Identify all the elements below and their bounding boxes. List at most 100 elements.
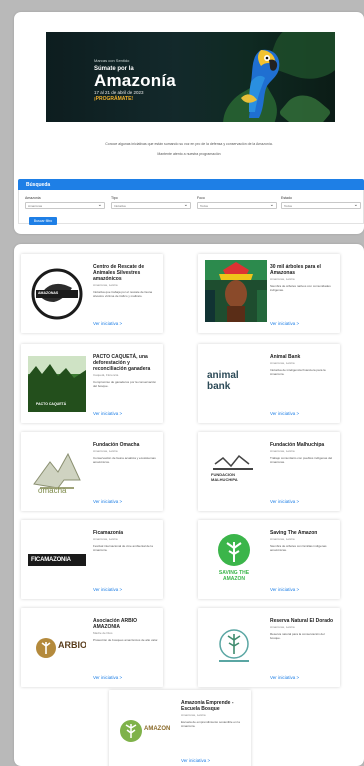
- view-initiative-link[interactable]: Ver iniciativa >: [270, 411, 299, 416]
- filter-label: Tipo: [111, 196, 118, 200]
- initiative-card[interactable]: AMAZONAS Centro de Rescate de Animales S…: [21, 254, 163, 333]
- view-initiative-link[interactable]: Ver iniciativa >: [270, 499, 299, 504]
- view-initiative-link[interactable]: Ver iniciativa >: [270, 587, 299, 592]
- banner-title: Amazonía: [94, 71, 176, 90]
- amazon-emprende-icon: [120, 720, 142, 742]
- banner-cta: ¡PROGRÁMATE!: [94, 96, 134, 102]
- card-description: Siembra de árboles con familias indígena…: [270, 544, 327, 552]
- view-initiative-link[interactable]: Ver iniciativa >: [93, 587, 122, 592]
- filter-select-tipo[interactable]: Iniciativa ⌄: [111, 202, 191, 209]
- card-location: Amazonas, Leticia: [93, 537, 118, 541]
- view-initiative-link[interactable]: Ver iniciativa >: [93, 411, 122, 416]
- logo-text: AMAZONAS: [38, 291, 59, 295]
- filter-value: Iniciativa: [114, 204, 126, 208]
- initiative-card[interactable]: FICAMAZONIA Ficamazonía Amazonas, Letici…: [21, 520, 163, 599]
- initiative-card[interactable]: animal bank Animal Bank Amazonas, Letici…: [198, 344, 340, 423]
- card-description: Iniciativa de inteligencia financiera pa…: [270, 368, 326, 376]
- search-heading: Búsqueda: [18, 179, 364, 190]
- view-initiative-link[interactable]: Ver iniciativa >: [93, 675, 122, 680]
- filter-select-estado[interactable]: Todos ⌄: [281, 202, 361, 209]
- initiative-logo: FICAMAZONIA: [28, 532, 86, 588]
- tree-circle-icon: [218, 534, 250, 566]
- filter-value: Amazonas: [28, 204, 43, 208]
- card-location: Amazonas, Leticia: [270, 537, 295, 541]
- card-description: Iniciativa que trabaja por el rescate de…: [93, 290, 153, 298]
- initiative-logo: AMAZON: [116, 702, 174, 758]
- card-description: Siembra de árboles nativos con comunidad…: [270, 284, 331, 292]
- filter-select-foco[interactable]: Todos ⌄: [197, 202, 277, 209]
- view-initiative-link[interactable]: Ver iniciativa >: [181, 758, 210, 763]
- logo-text: animal bank: [207, 370, 239, 392]
- intro-text: Conoce algunas iniciativas que están sum…: [105, 142, 273, 146]
- campaign-banner: Marcas con Sentido Súmate por la Amazoní…: [46, 32, 335, 122]
- initiative-card[interactable]: AMAZON Amazonía Emprende - Escuela Bosqu…: [109, 690, 251, 766]
- initiative-card[interactable]: SAVING THE AMAZON Saving The Amazon Amaz…: [198, 520, 340, 599]
- card-description: Trabajo comunitario con pueblos indígena…: [270, 456, 333, 464]
- card-location: Amazonas, Leticia: [270, 277, 295, 281]
- card-location: Amazonas, Leticia: [181, 713, 206, 717]
- card-description: Festival internacional de cine ambiental…: [93, 544, 153, 552]
- card-location: Amazonas, Leticia: [93, 449, 118, 453]
- initiative-card[interactable]: Reserva Natural El Dorado Amazonas, Leti…: [198, 608, 340, 687]
- card-location: Caquetá, Florencia: [93, 373, 119, 377]
- filter-estado: Estado Todos ⌄: [281, 196, 361, 209]
- card-title: Asociación ARBIO AMAZONIA: [93, 618, 137, 630]
- initiative-logo: animal bank: [205, 356, 263, 412]
- card-title: Reserva Natural El Dorado: [270, 618, 334, 624]
- logo-text: ARBIO: [58, 640, 86, 650]
- view-initiative-link[interactable]: Ver iniciativa >: [270, 675, 299, 680]
- logo-text: PACTO CAQUETÁ: [36, 402, 67, 406]
- intro-subtext: Mantente atento a nuestra programación: [157, 152, 221, 156]
- card-title: Ficamazonía: [93, 530, 124, 536]
- logo-text: FICAMAZONIA: [31, 557, 71, 563]
- card-title: Amazonía Emprende - Escuela Bosque: [181, 700, 234, 712]
- banner-date: 17 al 21 de abril de 2023: [94, 90, 144, 95]
- chevron-down-icon: ⌄: [183, 202, 188, 208]
- initiative-logo: PACTO CAQUETÁ: [28, 356, 86, 412]
- card-title: Fundación Omacha: [93, 442, 140, 448]
- filter-value: Todos: [284, 204, 293, 208]
- card-title: Centro de Rescate de Animales Silvestres…: [93, 264, 145, 282]
- arbio-tree-icon: [36, 638, 56, 658]
- search-button[interactable]: Buscar filtro: [29, 217, 57, 225]
- initiative-logo: [205, 260, 267, 322]
- initiative-card[interactable]: FUNDACION MALHUCHIPA Fundación Malhuchip…: [198, 432, 340, 511]
- card-title: PACTO CAQUETÁ, una deforestación y recon…: [93, 354, 151, 372]
- card-location: Madre de Dios: [93, 631, 113, 635]
- banner-text: Marcas con Sentido Súmate por la Amazoní…: [94, 58, 176, 102]
- view-initiative-link[interactable]: Ver iniciativa >: [93, 499, 122, 504]
- card-description: Escuela de emprendimiento sostenible en …: [181, 720, 240, 728]
- macaw-illustration: [241, 49, 280, 119]
- logo-text: SAVING THE AMAZON: [218, 570, 250, 582]
- card-description: Compromiso de ganaderos por la conservac…: [93, 380, 157, 388]
- logo-text: AMAZON: [144, 726, 171, 732]
- chevron-down-icon: ⌄: [97, 202, 102, 208]
- chevron-down-icon: ⌄: [353, 202, 358, 208]
- search-filters: Amazonia Amazonas ⌄ Tipo Iniciativa ⌄ Fo…: [18, 190, 364, 225]
- initiative-logo: [205, 620, 263, 676]
- initiative-card[interactable]: ARBIO Asociación ARBIO AMAZONIA Madre de…: [21, 608, 163, 687]
- filter-label: Estado: [281, 196, 292, 200]
- initiative-logo: omacha: [28, 444, 86, 500]
- card-title: Fundación Malhuchipa: [270, 442, 325, 448]
- indigenous-portrait-icon: [205, 260, 267, 322]
- initiatives-panel: AMAZONAS Centro de Rescate de Animales S…: [14, 244, 364, 766]
- eldorado-reserve-icon: [219, 629, 249, 662]
- filter-amazonia: Amazonia Amazonas ⌄: [25, 196, 105, 209]
- card-description: Conservación de fauna acuática y ecosist…: [93, 456, 156, 464]
- view-initiative-link[interactable]: Ver iniciativa >: [270, 321, 299, 326]
- filter-select-amazonia[interactable]: Amazonas ⌄: [25, 202, 105, 209]
- card-location: Amazonas, Leticia: [270, 449, 295, 453]
- initiative-card[interactable]: omacha Fundación Omacha Amazonas, Letici…: [21, 432, 163, 511]
- filter-tipo: Tipo Iniciativa ⌄: [111, 196, 191, 209]
- initiative-logo: AMAZONAS: [28, 266, 86, 322]
- campaign-header-panel: Marcas con Sentido Súmate por la Amazoní…: [14, 12, 364, 234]
- initiative-card[interactable]: 30 mil árboles para el Amazonas Amazonas…: [198, 254, 340, 333]
- card-description: Protección de bosques amazónicos de alto…: [93, 638, 159, 642]
- chevron-down-icon: ⌄: [269, 202, 274, 208]
- initiative-logo: SAVING THE AMAZON: [205, 532, 263, 588]
- card-location: Amazonas, Leticia: [270, 361, 295, 365]
- initiative-card[interactable]: PACTO CAQUETÁ PACTO CAQUETÁ, una defores…: [21, 344, 163, 423]
- view-initiative-link[interactable]: Ver iniciativa >: [93, 321, 122, 326]
- card-description: Reserva natural para la conservación del…: [270, 632, 325, 640]
